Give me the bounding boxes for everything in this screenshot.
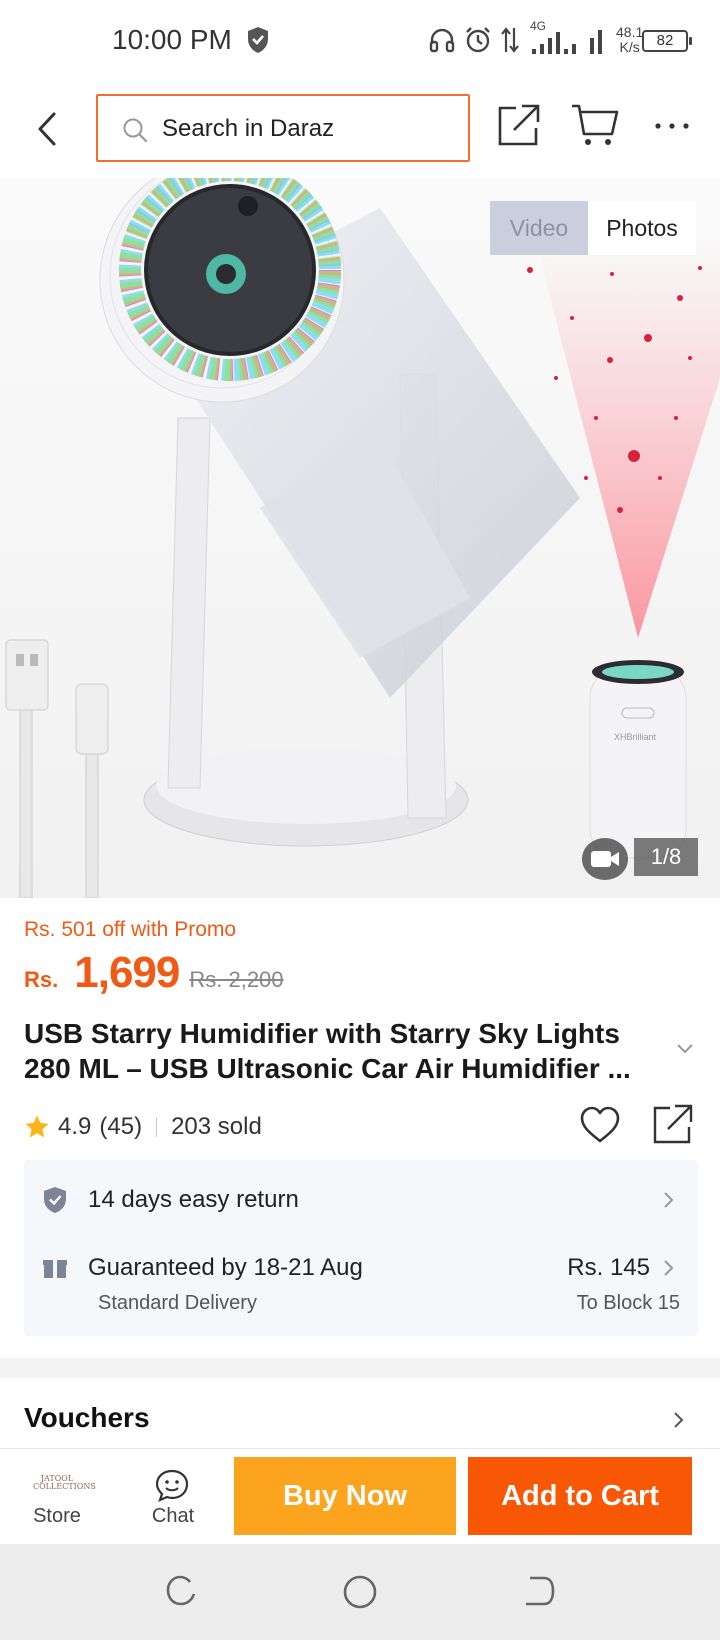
back-nav-icon[interactable] xyxy=(522,1574,556,1608)
tab-video[interactable]: Video xyxy=(490,201,588,255)
chevron-right-icon[interactable] xyxy=(662,1190,676,1210)
net-speed-value: 48.1 xyxy=(616,24,644,40)
return-policy: 14 days easy return xyxy=(88,1186,299,1213)
original-price: Rs. 2,200 xyxy=(189,967,284,992)
chevron-right-icon[interactable] xyxy=(672,1410,686,1430)
chat-label: Chat xyxy=(151,1505,195,1527)
battery-indicator: 82 xyxy=(642,30,692,52)
status-icons: 4G 48.1 K/s xyxy=(428,19,643,58)
signal-icon xyxy=(590,30,602,54)
product-title[interactable]: USB Starry Humidifier with Starry Sky Li… xyxy=(24,1016,664,1086)
shield-icon xyxy=(248,27,268,53)
media-toggle: Video Photos xyxy=(490,201,696,255)
delivery-info[interactable]: 14 days easy return Guaranteed by 18-21 … xyxy=(24,1160,698,1336)
cart-icon[interactable] xyxy=(570,102,620,148)
chat-icon xyxy=(155,1469,189,1502)
product-info: Rs. 501 off with Promo Rs. 1,699 Rs. 2,2… xyxy=(0,898,720,1358)
chat-button[interactable]: Chat xyxy=(134,1453,212,1541)
product-image-gallery[interactable]: XHBrilliant Video Photos 1/8 xyxy=(0,178,720,898)
tab-photos[interactable]: Photos xyxy=(588,201,696,255)
heart-icon[interactable] xyxy=(578,1103,622,1147)
share-icon[interactable] xyxy=(652,1103,694,1145)
add-to-cart-button[interactable]: Add to Cart xyxy=(468,1457,692,1535)
price-row: Rs. 1,699 Rs. 2,200 xyxy=(24,948,284,998)
delivery-box-icon xyxy=(43,1256,67,1278)
back-icon[interactable] xyxy=(28,106,68,152)
rating-value: 4.9 xyxy=(58,1113,92,1140)
product-image: XHBrilliant xyxy=(5,178,720,898)
page-indicator: 1/8 xyxy=(634,838,698,876)
product-title-line1: USB Starry Humidifier with Starry Sky Li… xyxy=(24,1018,620,1049)
star-icon xyxy=(25,1115,49,1138)
brand-mark: XHBrilliant xyxy=(614,732,657,742)
top-header: Search in Daraz xyxy=(0,80,720,178)
search-input[interactable]: Search in Daraz xyxy=(96,94,470,162)
product-title-line2: 280 ML – USB Ultrasonic Car Air Humidifi… xyxy=(24,1053,631,1084)
price-currency: Rs. xyxy=(24,967,59,992)
delivery-guarantee: Guaranteed by 18-21 Aug xyxy=(88,1254,363,1281)
vouchers-section[interactable]: Vouchers xyxy=(0,1378,720,1448)
net-speed: 48.1 K/s xyxy=(616,25,643,55)
chevron-right-icon[interactable] xyxy=(662,1258,676,1278)
store-logo: JATOOL COLLECTIONS xyxy=(33,1474,96,1491)
bottom-action-bar: JATOOL COLLECTIONS Store Chat Buy Now Ad… xyxy=(0,1448,720,1544)
recent-apps-icon[interactable] xyxy=(164,1574,198,1608)
data-transfer-icon xyxy=(501,27,519,53)
headphones-icon xyxy=(429,28,455,53)
video-camera-icon xyxy=(591,851,619,867)
delivery-method: Standard Delivery xyxy=(98,1292,257,1314)
rating-row[interactable]: 4.9 (45) 203 sold xyxy=(24,1110,262,1144)
share-icon[interactable] xyxy=(496,102,542,148)
current-price: 1,699 xyxy=(74,948,180,997)
video-badge[interactable] xyxy=(582,838,628,880)
home-icon[interactable] xyxy=(342,1574,378,1610)
status-bar: 10:00 PM 4G 48.1 K/s 82 xyxy=(0,0,720,80)
store-label: Store xyxy=(33,1505,81,1527)
search-icon xyxy=(123,118,148,143)
more-icon[interactable] xyxy=(652,108,692,144)
delivery-fee: Rs. 145 xyxy=(567,1254,650,1281)
system-navigation-bar xyxy=(0,1544,720,1640)
divider xyxy=(156,1117,158,1137)
signal-4g: 4G xyxy=(528,19,580,55)
shield-check-icon xyxy=(44,1187,66,1213)
search-placeholder: Search in Daraz xyxy=(162,115,335,142)
vouchers-title: Vouchers xyxy=(24,1402,150,1433)
alarm-icon xyxy=(466,27,490,53)
store-button[interactable]: JATOOL COLLECTIONS Store xyxy=(18,1453,96,1541)
buy-now-button[interactable]: Buy Now xyxy=(234,1457,456,1535)
delivery-destination: To Block 15 xyxy=(576,1292,680,1314)
promo-text: Rs. 501 off with Promo xyxy=(24,918,237,941)
chevron-down-icon[interactable] xyxy=(672,1036,698,1062)
status-time: 10:00 PM xyxy=(112,24,232,55)
sold-count: 203 sold xyxy=(171,1113,262,1140)
rating-count: (45) xyxy=(99,1113,143,1140)
signal-icon xyxy=(532,32,576,54)
net-speed-unit: K/s xyxy=(619,39,640,55)
